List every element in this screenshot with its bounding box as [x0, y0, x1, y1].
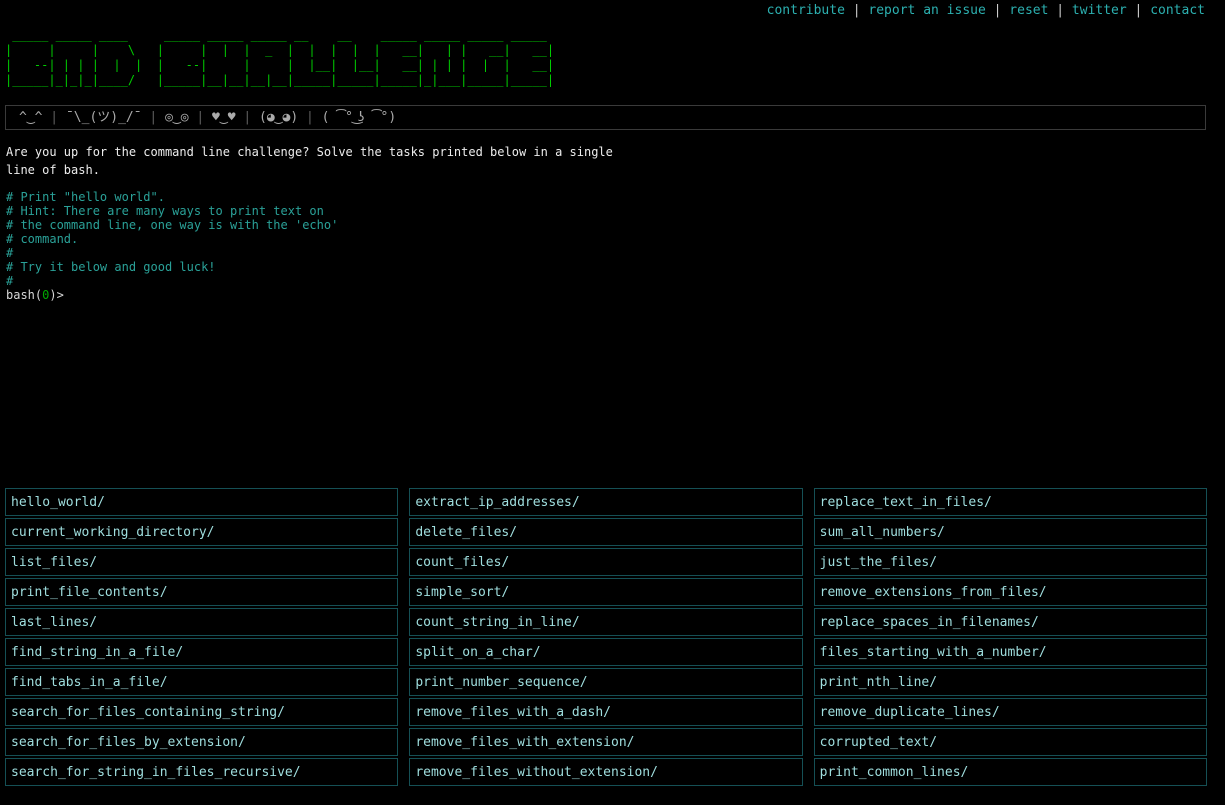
- challenge-link-replace_spaces_in_filenames[interactable]: replace_spaces_in_filenames/: [820, 615, 1039, 630]
- challenge-link-files_starting_with_a_number[interactable]: files_starting_with_a_number/: [820, 645, 1047, 660]
- emoticon-separator: |: [142, 110, 165, 125]
- challenge-link-corrupted_text[interactable]: corrupted_text/: [820, 735, 937, 750]
- challenge-link-print_nth_line[interactable]: print_nth_line/: [820, 675, 937, 690]
- challenge-cell: print_file_contents/: [5, 578, 398, 606]
- emoticon: ◎‿◎: [165, 110, 188, 125]
- nav-separator: |: [845, 3, 868, 18]
- prompt-prefix: bash(: [6, 288, 42, 302]
- spacer: [0, 302, 1225, 488]
- challenge-link-delete_files[interactable]: delete_files/: [415, 525, 517, 540]
- emoticon-separator: |: [298, 110, 321, 125]
- challenge-cell: just_the_files/: [814, 548, 1207, 576]
- emoticon: ^‿^: [19, 110, 42, 125]
- challenge-link-remove_files_with_extension[interactable]: remove_files_with_extension/: [415, 735, 634, 750]
- nav-separator: |: [1127, 3, 1150, 18]
- emoticon-bar: ^‿^ | ¯\_(ツ)_/¯ | ◎‿◎ | ♥‿♥ | (◕‿◕) | ( …: [5, 105, 1206, 130]
- challenge-cell: files_starting_with_a_number/: [814, 638, 1207, 666]
- challenge-cell: remove_duplicate_lines/: [814, 698, 1207, 726]
- challenge-cell: list_files/: [5, 548, 398, 576]
- nav-separator: |: [1048, 3, 1071, 18]
- challenge-cell: find_tabs_in_a_file/: [5, 668, 398, 696]
- challenge-link-remove_files_with_a_dash[interactable]: remove_files_with_a_dash/: [415, 705, 611, 720]
- challenge-link-search_for_files_by_extension[interactable]: search_for_files_by_extension/: [11, 735, 246, 750]
- challenge-grid: hello_world/current_working_directory/li…: [5, 488, 1207, 786]
- intro-text: Are you up for the command line challeng…: [6, 143, 1225, 179]
- challenge-cell: replace_text_in_files/: [814, 488, 1207, 516]
- challenge-cell: simple_sort/: [409, 578, 802, 606]
- challenge-link-print_number_sequence[interactable]: print_number_sequence/: [415, 675, 587, 690]
- challenge-cell: last_lines/: [5, 608, 398, 636]
- challenge-link-last_lines[interactable]: last_lines/: [11, 615, 97, 630]
- challenge-link-split_on_a_char[interactable]: split_on_a_char/: [415, 645, 540, 660]
- emoticon-separator: |: [189, 110, 212, 125]
- emoticon: (◕‿◕): [259, 110, 298, 125]
- prompt-suffix: )>: [49, 288, 71, 302]
- challenge-link-print_common_lines[interactable]: print_common_lines/: [820, 765, 969, 780]
- nav-link-contact[interactable]: contact: [1150, 3, 1205, 18]
- challenge-cell: print_number_sequence/: [409, 668, 802, 696]
- challenge-cell: split_on_a_char/: [409, 638, 802, 666]
- challenge-link-find_string_in_a_file[interactable]: find_string_in_a_file/: [11, 645, 183, 660]
- challenge-column-2: extract_ip_addresses/delete_files/count_…: [409, 488, 802, 786]
- challenge-column-3: replace_text_in_files/sum_all_numbers/ju…: [814, 488, 1207, 786]
- challenge-link-replace_text_in_files[interactable]: replace_text_in_files/: [820, 495, 992, 510]
- challenge-link-search_for_files_containing_string[interactable]: search_for_files_containing_string/: [11, 705, 285, 720]
- challenge-link-extract_ip_addresses[interactable]: extract_ip_addresses/: [415, 495, 579, 510]
- challenge-column-1: hello_world/current_working_directory/li…: [5, 488, 398, 786]
- challenge-link-just_the_files[interactable]: just_the_files/: [820, 555, 937, 570]
- challenge-link-search_for_string_in_files_recursive[interactable]: search_for_string_in_files_recursive/: [11, 765, 301, 780]
- challenge-link-remove_duplicate_lines[interactable]: remove_duplicate_lines/: [820, 705, 1000, 720]
- challenge-cell: remove_files_with_a_dash/: [409, 698, 802, 726]
- challenge-cell: find_string_in_a_file/: [5, 638, 398, 666]
- challenge-cell: hello_world/: [5, 488, 398, 516]
- top-nav: contribute | report an issue | reset | t…: [0, 0, 1225, 19]
- challenge-cell: corrupted_text/: [814, 728, 1207, 756]
- challenge-link-print_file_contents[interactable]: print_file_contents/: [11, 585, 168, 600]
- challenge-cell: remove_files_with_extension/: [409, 728, 802, 756]
- emoticon: ¯\_(ツ)_/¯: [66, 110, 142, 125]
- challenge-cell: search_for_files_containing_string/: [5, 698, 398, 726]
- nav-link-contribute[interactable]: contribute: [767, 3, 845, 18]
- challenge-link-list_files[interactable]: list_files/: [11, 555, 97, 570]
- challenge-link-hello_world[interactable]: hello_world/: [11, 495, 105, 510]
- emoticon-separator: |: [42, 110, 65, 125]
- challenge-description: # Print "hello world". # Hint: There are…: [6, 190, 1225, 288]
- challenge-link-sum_all_numbers[interactable]: sum_all_numbers/: [820, 525, 945, 540]
- challenge-link-find_tabs_in_a_file[interactable]: find_tabs_in_a_file/: [11, 675, 168, 690]
- challenge-cell: current_working_directory/: [5, 518, 398, 546]
- challenge-link-count_string_in_line[interactable]: count_string_in_line/: [415, 615, 579, 630]
- challenge-cell: remove_extensions_from_files/: [814, 578, 1207, 606]
- challenge-cell: remove_files_without_extension/: [409, 758, 802, 786]
- challenge-cell: print_nth_line/: [814, 668, 1207, 696]
- challenge-link-current_working_directory[interactable]: current_working_directory/: [11, 525, 215, 540]
- challenge-cell: search_for_files_by_extension/: [5, 728, 398, 756]
- challenge-link-remove_files_without_extension[interactable]: remove_files_without_extension/: [415, 765, 658, 780]
- challenge-cell: search_for_string_in_files_recursive/: [5, 758, 398, 786]
- challenge-link-simple_sort[interactable]: simple_sort/: [415, 585, 509, 600]
- ascii-logo: _____ _____ ____ _____ _____ _____ __ __…: [5, 28, 1225, 88]
- nav-link-report-an-issue[interactable]: report an issue: [868, 3, 985, 18]
- challenge-cell: sum_all_numbers/: [814, 518, 1207, 546]
- challenge-cell: count_files/: [409, 548, 802, 576]
- challenge-cell: print_common_lines/: [814, 758, 1207, 786]
- challenge-cell: replace_spaces_in_filenames/: [814, 608, 1207, 636]
- emoticon-separator: |: [236, 110, 259, 125]
- nav-link-reset[interactable]: reset: [1009, 3, 1048, 18]
- challenge-link-remove_extensions_from_files[interactable]: remove_extensions_from_files/: [820, 585, 1047, 600]
- challenge-cell: delete_files/: [409, 518, 802, 546]
- terminal-prompt[interactable]: bash(0)>: [6, 288, 1225, 302]
- nav-separator: |: [986, 3, 1009, 18]
- challenge-cell: extract_ip_addresses/: [409, 488, 802, 516]
- challenge-link-count_files[interactable]: count_files/: [415, 555, 509, 570]
- nav-link-twitter[interactable]: twitter: [1072, 3, 1127, 18]
- emoticon: ♥‿♥: [212, 110, 235, 125]
- challenge-cell: count_string_in_line/: [409, 608, 802, 636]
- emoticon: ( ͡° ͜ʖ ͡°): [322, 110, 397, 125]
